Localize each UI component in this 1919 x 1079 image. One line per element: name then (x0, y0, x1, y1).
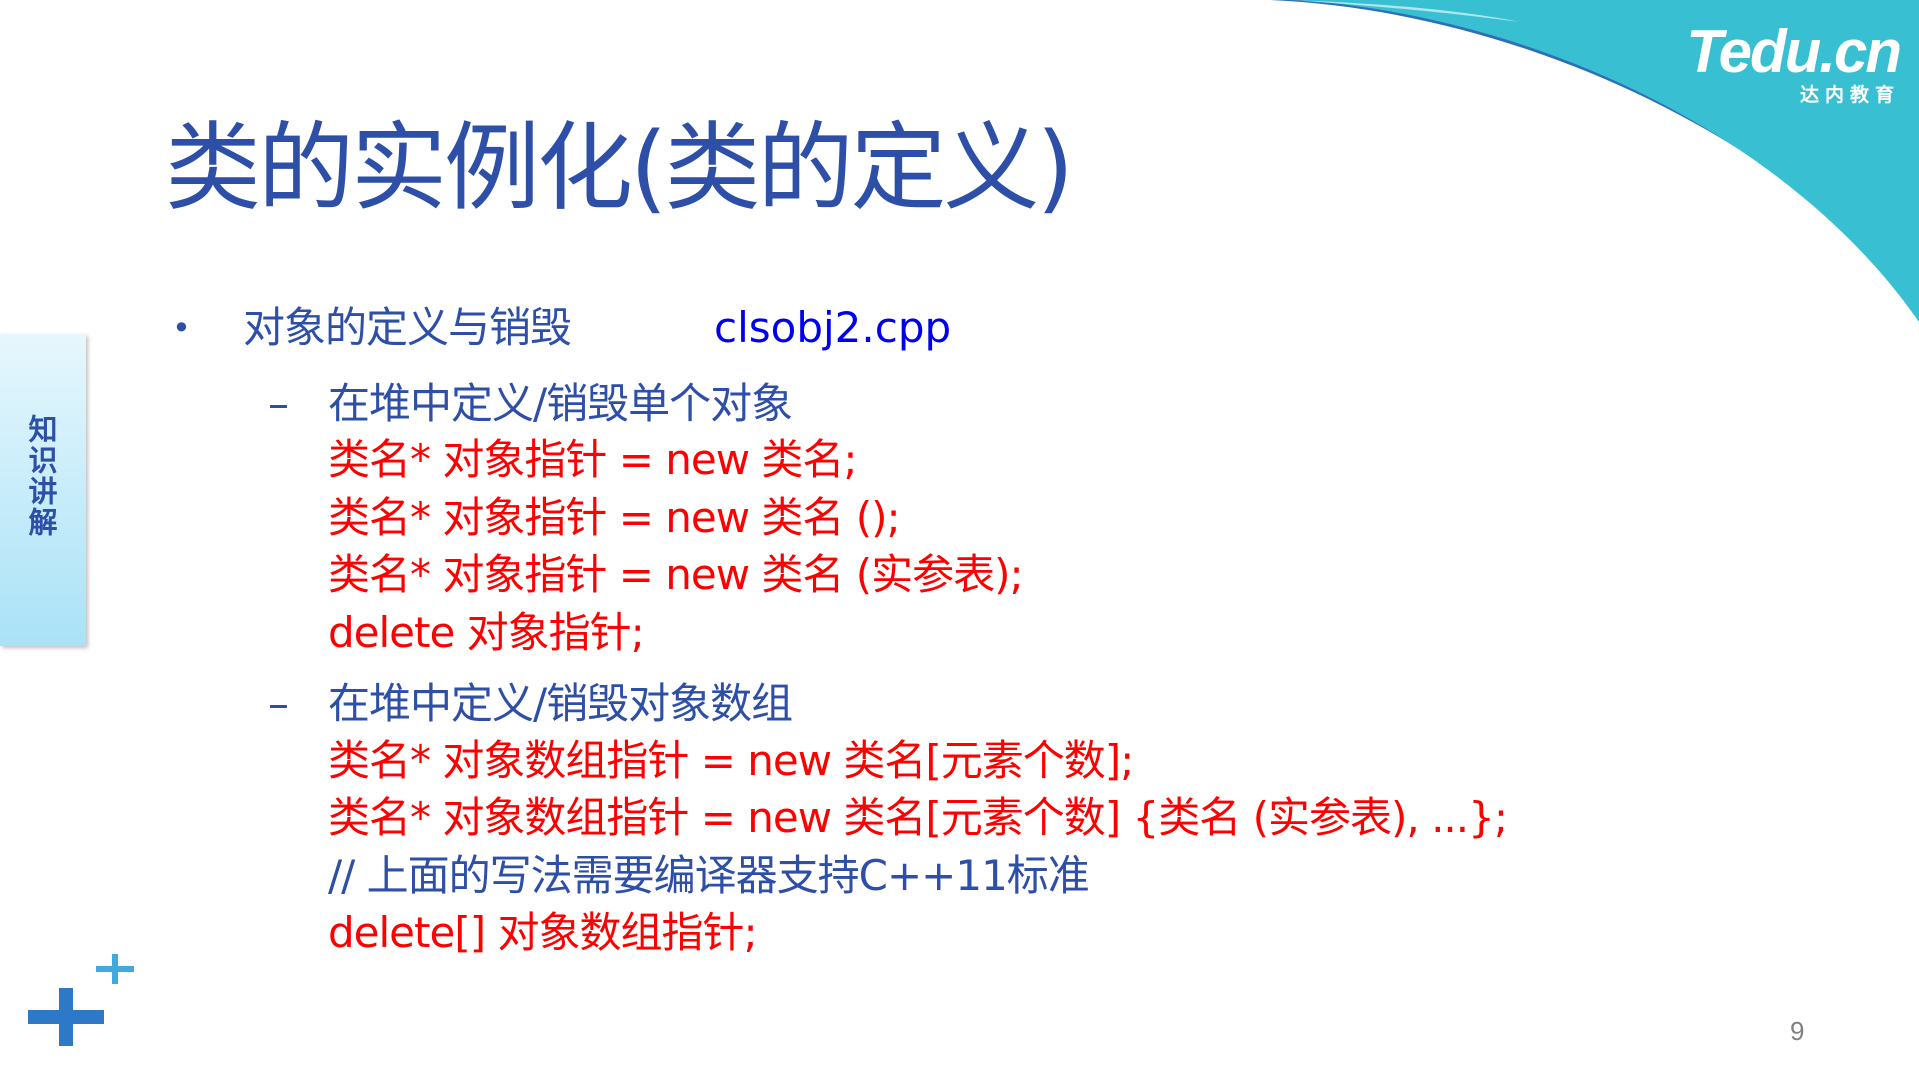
section-dash: – (268, 379, 289, 428)
code-line: 类名* 对象数组指针 = new 类名[元素个数]; (328, 736, 1134, 785)
tedu-logo: Tedu.cn 达内教育 (1640, 18, 1902, 107)
plus-large-icon (28, 988, 104, 1046)
logo-subtitle: 达内教育 (1799, 84, 1900, 106)
slide-title: 类的实例化(类的定义) (165, 112, 1074, 224)
source-file-name: clsobj2.cpp (714, 303, 952, 352)
code-comment: // 上面的写法需要编译器支持C++11标准 (328, 851, 1090, 900)
code-line: 类名* 对象指针 = new 类名 (实参表); (328, 550, 1024, 599)
section-dash: – (268, 679, 289, 728)
bullet-dot: • (172, 309, 191, 347)
plus-small-icon (96, 954, 134, 984)
side-tab-label: 知识讲解 (24, 414, 58, 538)
section-heading: 在堆中定义/销毁对象数组 (328, 679, 793, 728)
code-line: delete 对象指针; (328, 608, 645, 657)
side-tab: 知识讲解 (0, 334, 86, 646)
bullet-text: 对象的定义与销毁 (243, 303, 572, 352)
page-number: 9 (1790, 1016, 1805, 1046)
slide: Tedu.cn 达内教育 类的实例化(类的定义) 知识讲解 • 对象的定义与销毁… (0, 0, 1919, 1079)
section-heading: 在堆中定义/销毁单个对象 (328, 379, 793, 428)
logo-wordmark: Tedu.cn (1686, 18, 1902, 85)
code-line: 类名* 对象指针 = new 类名 (); (328, 493, 901, 542)
code-line: 类名* 对象指针 = new 类名; (328, 435, 858, 484)
code-line: 类名* 对象数组指针 = new 类名[元素个数] {类名 (实参表), ...… (328, 793, 1508, 842)
code-line: delete[] 对象数组指针; (328, 908, 758, 957)
